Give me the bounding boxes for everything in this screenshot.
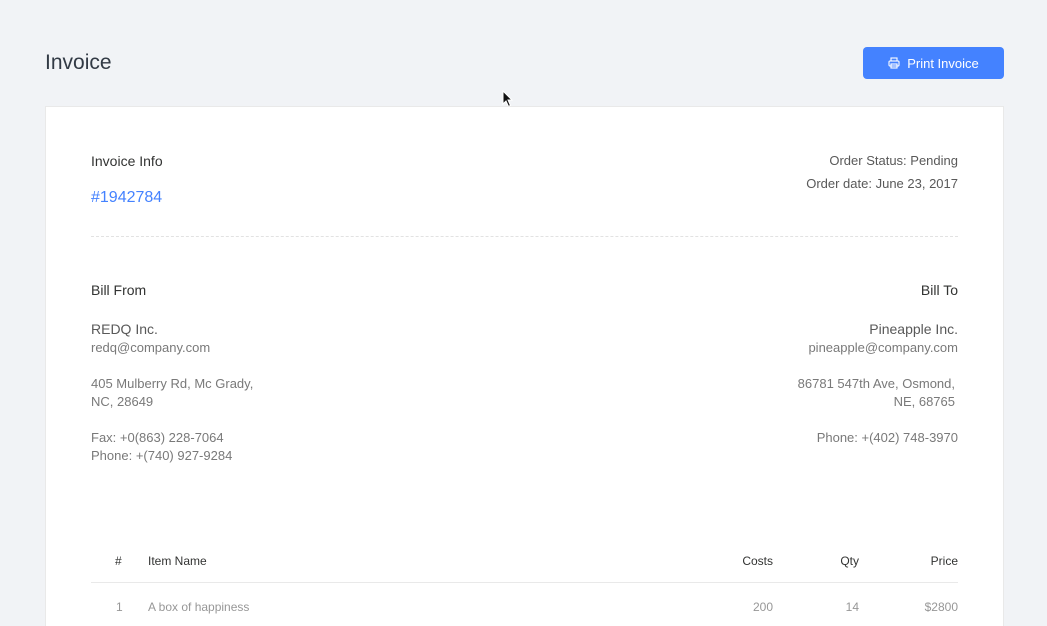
bill-from-company: REDQ Inc. [91, 321, 158, 337]
bill-to-address-line2: NE, 68765 [893, 394, 955, 409]
bill-from-fax: Fax: +0(863) 228-7064 [91, 430, 224, 445]
section-divider [91, 236, 958, 237]
row-qty: 14 [845, 600, 859, 614]
print-invoice-label: Print Invoice [907, 55, 979, 71]
printer-icon [888, 57, 900, 69]
bill-from-address-line2: NC, 28649 [91, 394, 154, 409]
page-title: Invoice [45, 51, 112, 74]
bill-to-company: Pineapple Inc. [869, 321, 958, 337]
bill-from-phone: Phone: +(740) 927-9284 [91, 448, 233, 463]
order-date: Order date: June 23, 2017 [806, 176, 958, 191]
row-price: $2800 [924, 600, 958, 614]
row-number: 1 [116, 600, 123, 614]
row-cost: 200 [752, 600, 773, 614]
invoice-card: Invoice Info #1942784 Order Status: Pend… [45, 106, 1004, 626]
table-header-price: Price [930, 554, 958, 568]
bill-to-address-line1: 86781 547th Ave, Osmond, [797, 376, 955, 391]
bill-to-phone: Phone: +(402) 748-3970 [816, 430, 958, 445]
order-status: Order Status: Pending [829, 153, 958, 168]
table-header-number: # [115, 554, 122, 568]
bill-to-email: pineapple@company.com [808, 340, 958, 355]
bill-from-email: redq@company.com [91, 340, 211, 355]
invoice-info-heading: Invoice Info [91, 153, 163, 169]
table-header-divider [91, 582, 958, 583]
print-invoice-button[interactable]: Print Invoice [863, 47, 1004, 79]
table-header-qty: Qty [840, 554, 859, 568]
bill-from-heading: Bill From [91, 282, 147, 298]
bill-to-heading: Bill To [920, 282, 958, 298]
table-header-item-name: Item Name [148, 554, 207, 568]
row-item-name: A box of happiness [148, 600, 250, 614]
invoice-number: #1942784 [91, 189, 163, 206]
table-header-costs: Costs [742, 554, 773, 568]
bill-from-address-line1: 405 Mulberry Rd, Mc Grady, [91, 376, 254, 391]
